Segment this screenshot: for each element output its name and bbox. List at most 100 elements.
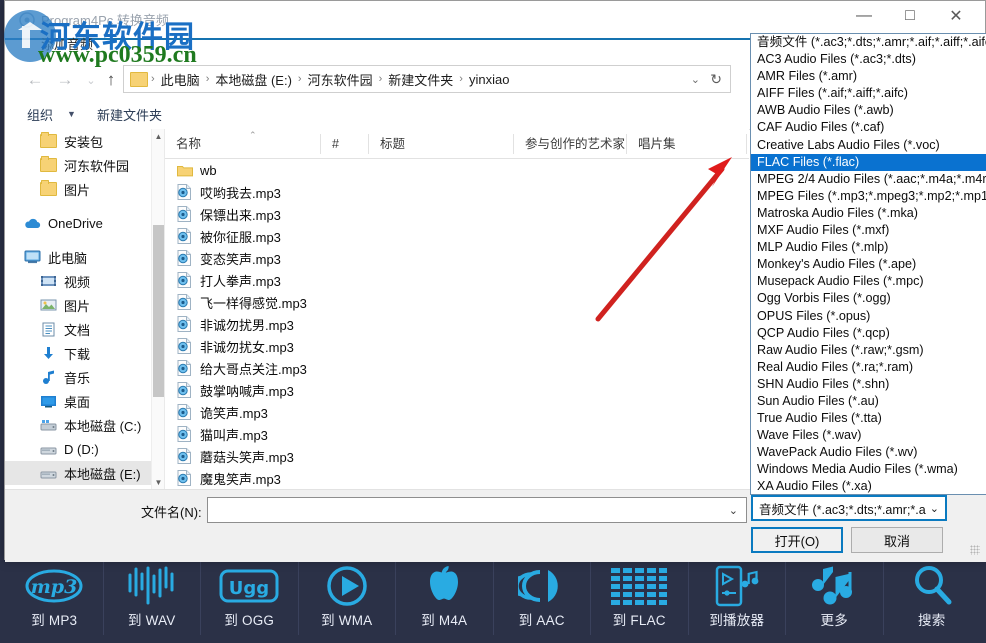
forward-button[interactable]: →	[53, 69, 77, 91]
filetype-option-23[interactable]: Wave Files (*.wav)	[751, 427, 986, 444]
file-row[interactable]: 哎哟我去.mp3	[165, 181, 749, 203]
filetype-combobox[interactable]: 音频文件 (*.ac3;*.dts;*.amr;*.a ⌄	[751, 495, 947, 521]
folder-icon	[39, 132, 58, 149]
nav-item-6[interactable]: 图片	[5, 293, 163, 317]
nav-item-10[interactable]: 桌面	[5, 389, 163, 413]
up-button[interactable]: ↑	[99, 69, 123, 91]
filetype-option-0[interactable]: 音频文件 (*.ac3;*.dts;*.amr;*.aif;*.aiff;*.a…	[751, 34, 986, 51]
file-row[interactable]: 给大哥点关注.mp3	[165, 357, 749, 379]
open-button[interactable]: 打开(O)	[751, 527, 843, 553]
nav-item-13[interactable]: 本地磁盘 (E:)	[5, 461, 163, 485]
nav-item-5[interactable]: 视频	[5, 269, 163, 293]
resize-grip[interactable]	[970, 545, 980, 555]
breadcrumb-item-3[interactable]: 新建文件夹	[385, 70, 456, 89]
tool-more[interactable]: 更多	[786, 560, 884, 635]
filetype-option-26[interactable]: XA Audio Files (*.xa)	[751, 478, 986, 494]
tool-to-ogg[interactable]: Ugg 到 OGG	[201, 560, 299, 635]
column-header-3[interactable]: 参与创作的艺术家	[514, 133, 627, 154]
file-row[interactable]: 鼓掌呐喊声.mp3	[165, 379, 749, 401]
chevron-down-icon[interactable]: ▼	[67, 109, 76, 119]
nav-item-9[interactable]: 音乐	[5, 365, 163, 389]
file-row[interactable]: 被你征服.mp3	[165, 225, 749, 247]
file-row[interactable]: 猫叫声.mp3	[165, 423, 749, 445]
filetype-option-22[interactable]: True Audio Files (*.tta)	[751, 410, 986, 427]
filetype-option-18[interactable]: Raw Audio Files (*.raw;*.gsm)	[751, 342, 986, 359]
filetype-option-12[interactable]: MLP Audio Files (*.mlp)	[751, 239, 986, 256]
minimize-button[interactable]: —	[841, 1, 887, 31]
breadcrumb-item-4[interactable]: yinxiao	[466, 72, 512, 87]
file-row[interactable]: wb	[165, 159, 749, 181]
filetype-option-16[interactable]: OPUS Files (*.opus)	[751, 308, 986, 325]
filetype-option-17[interactable]: QCP Audio Files (*.qcp)	[751, 325, 986, 342]
file-row[interactable]: 保镖出来.mp3	[165, 203, 749, 225]
filetype-option-24[interactable]: WavePack Audio Files (*.wv)	[751, 444, 986, 461]
filetype-option-9[interactable]: MPEG Files (*.mp3;*.mpeg3;*.mp2;*.mp1)	[751, 188, 986, 205]
filetype-option-8[interactable]: MPEG 2/4 Audio Files (*.aac;*.m4a;*.m4r;	[751, 171, 986, 188]
nav-item-4[interactable]: 此电脑	[5, 245, 163, 269]
breadcrumb-item-0[interactable]: 此电脑	[158, 70, 203, 89]
filetype-option-20[interactable]: SHN Audio Files (*.shn)	[751, 376, 986, 393]
filetype-option-2[interactable]: AMR Files (*.amr)	[751, 68, 986, 85]
organize-button[interactable]: 组织	[27, 105, 53, 124]
nav-item-7[interactable]: 文档	[5, 317, 163, 341]
filetype-option-7[interactable]: FLAC Files (*.flac)	[751, 153, 986, 171]
nav-item-0[interactable]: 安装包	[5, 129, 163, 153]
filetype-option-15[interactable]: Ogg Vorbis Files (*.ogg)	[751, 290, 986, 307]
nav-item-1[interactable]: 河东软件园	[5, 153, 163, 177]
file-row[interactable]: 打人拳声.mp3	[165, 269, 749, 291]
address-bar[interactable]: › 此电脑 › 本地磁盘 (E:) › 河东软件园 › 新建文件夹 › yinx…	[123, 65, 731, 93]
nav-item-3[interactable]: OneDrive	[5, 211, 163, 235]
column-header-2[interactable]: 标题	[369, 133, 514, 154]
tool-to-m4a[interactable]: 到 M4A	[396, 560, 494, 635]
filetype-option-3[interactable]: AIFF Files (*.aif;*.aiff;*.aifc)	[751, 85, 986, 102]
filetype-option-11[interactable]: MXF Audio Files (*.mxf)	[751, 222, 986, 239]
file-row[interactable]: 非诚勿扰女.mp3	[165, 335, 749, 357]
filetype-option-14[interactable]: Musepack Audio Files (*.mpc)	[751, 273, 986, 290]
new-folder-button[interactable]: 新建文件夹	[97, 105, 162, 124]
file-row[interactable]: 非诚勿扰男.mp3	[165, 313, 749, 335]
file-row[interactable]: 飞一样得感觉.mp3	[165, 291, 749, 313]
tool-search[interactable]: 搜索	[884, 560, 981, 635]
file-row[interactable]: 魔鬼笑声.mp3	[165, 467, 749, 489]
breadcrumb-item-1[interactable]: 本地磁盘 (E:)	[212, 70, 295, 89]
nav-item-11[interactable]: 本地磁盘 (C:)	[5, 413, 163, 437]
filetype-option-25[interactable]: Windows Media Audio Files (*.wma)	[751, 461, 986, 478]
file-row[interactable]: 诡笑声.mp3	[165, 401, 749, 423]
breadcrumb-item-2[interactable]: 河东软件园	[305, 70, 376, 89]
navigation-scrollbar[interactable]: ▲ ▼	[151, 129, 165, 489]
file-row[interactable]: 变态笑声.mp3	[165, 247, 749, 269]
filetype-option-10[interactable]: Matroska Audio Files (*.mka)	[751, 205, 986, 222]
filetype-option-13[interactable]: Monkey's Audio Files (*.ape)	[751, 256, 986, 273]
nav-item-2[interactable]: 图片	[5, 177, 163, 201]
close-button[interactable]: ✕	[933, 1, 979, 31]
tool-to-flac[interactable]: 到 FLAC	[591, 560, 689, 635]
refresh-icon[interactable]: ↻	[710, 71, 722, 88]
column-header-1[interactable]: #	[321, 133, 369, 154]
nav-item-8[interactable]: 下载	[5, 341, 163, 365]
filetype-dropdown-list[interactable]: 音频文件 (*.ac3;*.dts;*.amr;*.aif;*.aiff;*.a…	[750, 33, 986, 495]
file-name: 鼓掌呐喊声.mp3	[200, 383, 294, 399]
filetype-option-6[interactable]: Creative Labs Audio Files (*.voc)	[751, 137, 986, 154]
tool-to-aac[interactable]: 到 AAC	[494, 560, 591, 635]
column-header-4[interactable]: 唱片集	[627, 133, 747, 154]
tool-to-wma[interactable]: 到 WMA	[299, 560, 396, 635]
tool-to-mp3[interactable]: mp3 到 MP3	[6, 560, 104, 635]
filetype-option-1[interactable]: AC3 Audio Files (*.ac3;*.dts)	[751, 51, 986, 68]
filetype-option-5[interactable]: CAF Audio Files (*.caf)	[751, 119, 986, 136]
scrollbar-thumb[interactable]	[153, 225, 164, 397]
filename-input[interactable]: ⌄	[207, 497, 747, 523]
chevron-down-icon[interactable]: ⌄	[930, 502, 939, 515]
maximize-button[interactable]: □	[887, 1, 933, 31]
filetype-option-21[interactable]: Sun Audio Files (*.au)	[751, 393, 986, 410]
back-button[interactable]: ←	[23, 69, 47, 91]
cancel-button[interactable]: 取消	[851, 527, 943, 553]
filetype-option-4[interactable]: AWB Audio Files (*.awb)	[751, 102, 986, 119]
chevron-down-icon[interactable]: ⌄	[691, 73, 700, 86]
filetype-option-19[interactable]: Real Audio Files (*.ra;*.ram)	[751, 359, 986, 376]
column-header-0[interactable]: 名称	[165, 133, 321, 154]
file-row[interactable]: 蘑菇头笑声.mp3	[165, 445, 749, 467]
chevron-down-icon[interactable]: ⌄	[729, 504, 738, 517]
tool-to-player[interactable]: 到播放器	[689, 560, 786, 635]
nav-item-12[interactable]: D (D:)	[5, 437, 163, 461]
tool-to-wav[interactable]: 到 WAV	[104, 560, 201, 635]
